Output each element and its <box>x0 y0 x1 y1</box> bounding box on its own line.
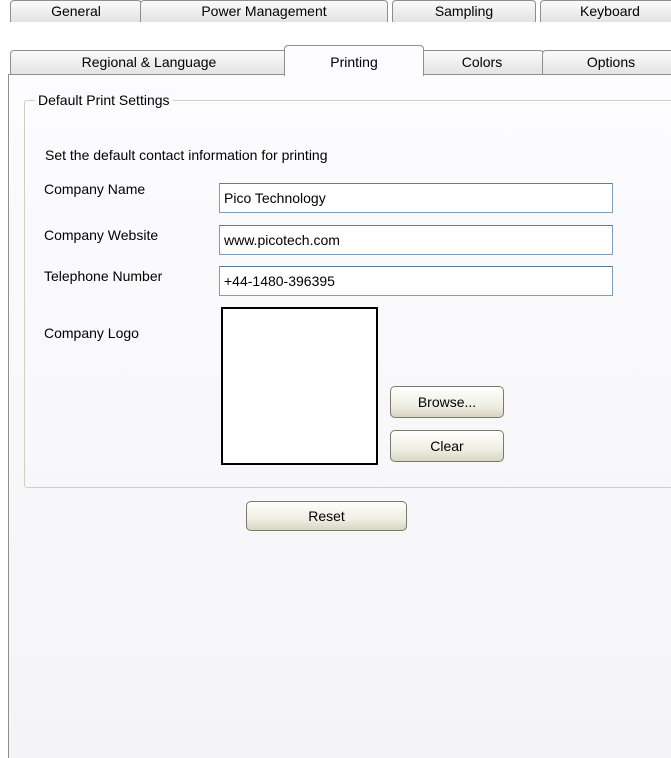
company-name-label: Company Name <box>44 181 146 197</box>
telephone-number-input[interactable]: +44-1480-396395 <box>219 266 613 296</box>
tab-printing[interactable]: Printing <box>284 45 424 76</box>
tab-colors[interactable]: Colors <box>420 50 544 74</box>
company-website-label: Company Website <box>44 227 159 243</box>
tab-power-management[interactable]: Power Management <box>140 0 388 22</box>
tab-sampling[interactable]: Sampling <box>392 0 536 22</box>
tab-options[interactable]: Options <box>542 50 671 74</box>
company-logo-preview <box>221 307 378 465</box>
clear-button[interactable]: Clear <box>390 430 504 462</box>
preferences-window: General Power Management Sampling Keyboa… <box>0 0 671 758</box>
group-description: Set the default contact information for … <box>45 147 328 163</box>
telephone-number-label: Telephone Number <box>44 268 163 284</box>
reset-button[interactable]: Reset <box>246 501 407 531</box>
tab-keyboard[interactable]: Keyboard <box>540 0 671 22</box>
company-logo-label: Company Logo <box>44 325 139 341</box>
tab-regional-language[interactable]: Regional & Language <box>10 50 288 74</box>
group-title: Default Print Settings <box>35 92 173 108</box>
company-name-input[interactable]: Pico Technology <box>219 183 613 213</box>
tab-general[interactable]: General <box>10 0 142 22</box>
browse-button[interactable]: Browse... <box>390 386 504 418</box>
company-website-input[interactable]: www.picotech.com <box>219 225 613 255</box>
